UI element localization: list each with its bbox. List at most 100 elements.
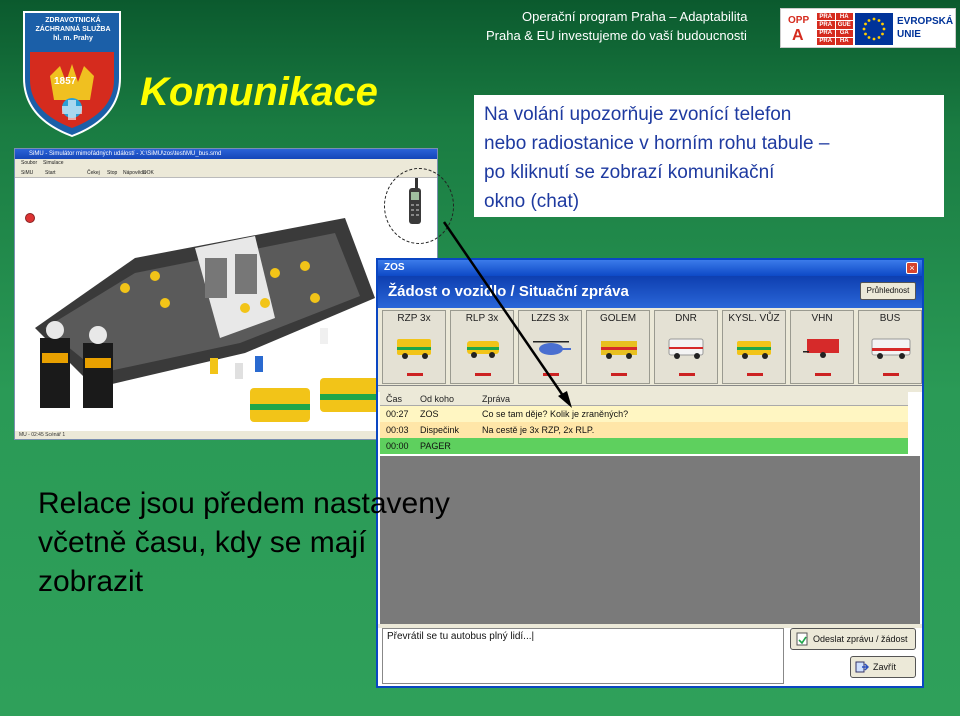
close-button-label: Zavřít: [873, 662, 897, 672]
praha-cell: GA: [835, 29, 853, 37]
slide: Operační program Praha – Adaptabilita Pr…: [0, 0, 960, 716]
page-title: Komunikace: [140, 70, 378, 114]
vehicle-indicator: [543, 373, 559, 376]
header-program-title: Operační program Praha – Adaptabilita: [522, 9, 748, 24]
callout-box: Na volání upozorňuje zvonící telefon neb…: [474, 95, 944, 217]
praha-cell: HA: [835, 37, 853, 45]
simulator-titlebar: SiMU - Simulátor mimořádných událostí - …: [15, 149, 437, 159]
praha-logo: PRA HA PRA GUE PRA GA PRA HA: [817, 13, 853, 45]
vehicle-button-rlp[interactable]: RLP 3x: [450, 310, 514, 384]
message-row[interactable]: 00:00 PAGER: [380, 438, 908, 454]
menu-item[interactable]: Simulace: [43, 159, 64, 168]
vehicle-button-golem[interactable]: GOLEM: [586, 310, 650, 384]
simulator-scene[interactable]: [15, 178, 437, 431]
eu-label: EVROPSKÁ UNIE: [897, 16, 954, 40]
car-icon: [467, 341, 499, 358]
chat-window: ZOS × Žádost o vozidlo / Situační zpráva…: [376, 258, 924, 688]
message-table-header: Čas Od koho Zpráva: [380, 392, 908, 406]
toolbar-button[interactable]: Stop: [107, 168, 117, 178]
vehicle-indicator: [475, 373, 491, 376]
vehicle-indicator: [679, 373, 695, 376]
chat-heading: Žádost o vozidlo / Situační zpráva: [388, 283, 629, 300]
vehicle-indicator: [815, 373, 831, 376]
toolbar-button[interactable]: SiMU: [21, 168, 33, 178]
vehicle-indicator: [883, 373, 899, 376]
van-icon: [668, 338, 704, 359]
status-text: MU - 02:45 Scénář 1: [19, 432, 66, 438]
eu-flag-icon: [855, 13, 893, 45]
vehicle-label: DNR: [675, 313, 697, 324]
vehicle-button-vhn[interactable]: VHN: [790, 310, 854, 384]
vehicle-button-dnr[interactable]: DNR: [654, 310, 718, 384]
close-button[interactable]: Zavřít: [850, 656, 916, 678]
vehicle-button-rzp[interactable]: RZP 3x: [382, 310, 446, 384]
send-icon: [796, 632, 808, 646]
message-row[interactable]: 00:27 ZOS Co se tam děje? Kolik je zraně…: [380, 406, 908, 422]
toolbar-button[interactable]: Čekej: [87, 168, 100, 178]
vehicle-label: RLP 3x: [465, 313, 499, 324]
praha-cell: PRA: [817, 21, 835, 29]
praha-cell: PRA: [817, 29, 835, 37]
simulator-toolbar: SiMU Start Čekej Stop Nápověda DOK: [15, 168, 437, 178]
header-slogan: Praha & EU investujeme do vaší budoucnos…: [486, 28, 747, 43]
send-message-button[interactable]: Odeslat zprávu / žádost: [790, 628, 916, 650]
vehicle-label: GOLEM: [599, 313, 637, 324]
logo-year: 1857: [54, 76, 77, 87]
message-time: 00:03: [386, 425, 409, 435]
message-from: PAGER: [420, 441, 451, 451]
praha-cell: GUE: [835, 21, 853, 29]
eu-logos: OPP A PRA HA PRA GUE PRA GA PRA HA EVROP…: [780, 8, 956, 48]
truck-icon: [601, 341, 637, 359]
toolbar-button[interactable]: Start: [45, 168, 56, 178]
simulator-title: SiMU - Simulátor mimořádných událostí - …: [29, 151, 222, 157]
message-row[interactable]: 00:03 Dispečink Na cestě je 3x RZP, 2x R…: [380, 422, 908, 438]
column-header-from: Od koho: [420, 394, 455, 404]
praha-cell: PRA: [817, 13, 835, 21]
vehicle-label: BUS: [879, 313, 901, 324]
vehicle-button-kysl[interactable]: KYSL. VŮZ: [722, 310, 786, 384]
transparency-button[interactable]: Průhlednost: [860, 282, 916, 300]
praha-cell: PRA: [817, 37, 835, 45]
vehicle-indicator: [407, 373, 423, 376]
helicopter-icon: [533, 341, 571, 355]
trailer-icon: [803, 339, 839, 358]
chat-window-title: ZOS: [384, 262, 405, 273]
opp-logo-text: OPP: [788, 15, 810, 26]
vehicle-indicator: [747, 373, 763, 376]
column-header-message: Zpráva: [482, 394, 511, 404]
message-from: Dispečink: [420, 425, 460, 435]
message-time: 00:00: [386, 441, 409, 451]
logo-text: ZDRAVOTNICKÁ ZÁCHRANNÁ SLUŽBA hl. m. Pra…: [35, 17, 111, 42]
vehicle-button-lzzs[interactable]: LZZS 3x: [518, 310, 582, 384]
simulator-statusbar: MU - 02:45 Scénář 1: [15, 431, 437, 439]
exit-icon: [855, 661, 869, 673]
accident-scene-image: [35, 218, 380, 422]
simulator-menubar: Soubor Simulace: [15, 159, 437, 168]
message-table: Čas Od koho Zpráva 00:27 ZOS Co se tam d…: [380, 392, 908, 456]
message-input[interactable]: Převrátil se tu autobus plný lidí...|: [382, 628, 784, 684]
phone-icon[interactable]: [407, 178, 423, 226]
vehicle-button-bus[interactable]: BUS: [858, 310, 922, 384]
menu-item[interactable]: Soubor: [21, 159, 37, 168]
vehicle-label: RZP 3x: [397, 313, 431, 324]
message-time: 00:27: [386, 409, 409, 419]
send-message-label: Odeslat zprávu / žádost: [813, 634, 908, 644]
vehicle-label: KYSL. VŮZ: [728, 313, 780, 324]
bottom-caption: Relace jsou předem nastaveny včetně času…: [38, 487, 450, 598]
chat-titlebar: ZOS ×: [378, 260, 922, 276]
opp-logo-letter: A: [792, 27, 804, 44]
toolbar-button[interactable]: DOK: [143, 168, 154, 178]
message-text: Co se tam děje? Kolik je zraněných?: [482, 409, 629, 419]
close-icon[interactable]: ×: [906, 262, 918, 274]
vehicle-label: VHN: [811, 313, 833, 324]
bus-icon: [871, 338, 911, 359]
simulator-window: SiMU - Simulátor mimořádných událostí - …: [14, 148, 438, 440]
ambulance-icon: [397, 339, 431, 359]
callout-text: Na volání upozorňuje zvonící telefon neb…: [484, 104, 830, 212]
vehicle-selector: RZP 3x RLP 3x LZZS 3x GOLEM DNR KYSL. VŮ…: [378, 308, 922, 386]
vehicle-label: LZZS 3x: [531, 313, 569, 324]
alarm-icon[interactable]: [25, 213, 35, 223]
vehicle-indicator: [611, 373, 627, 376]
opp-logo: OPP A: [785, 13, 815, 45]
praha-cell: HA: [835, 13, 853, 21]
